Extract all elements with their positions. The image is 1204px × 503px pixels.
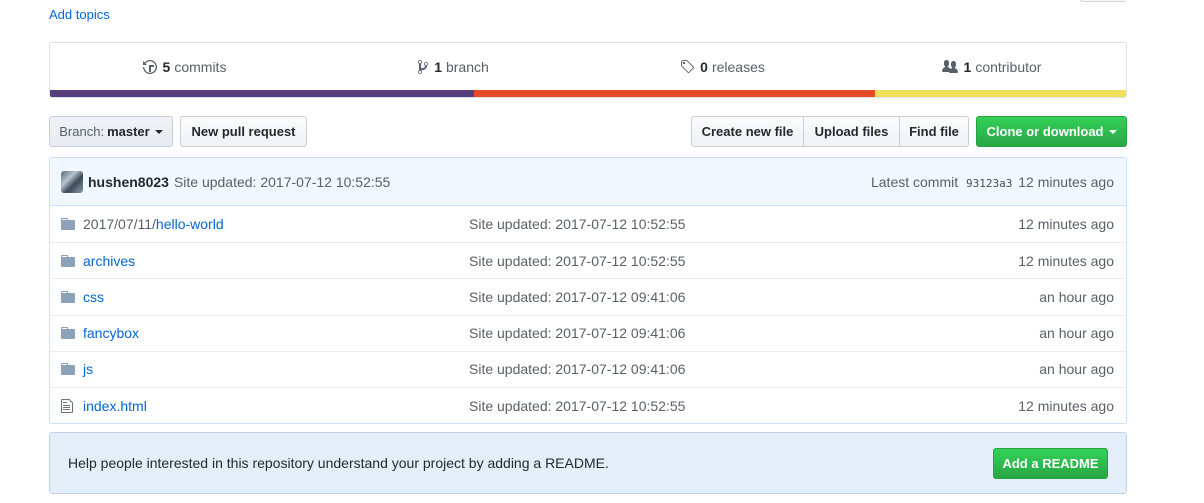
commit-author-link[interactable]: hushen8023: [88, 174, 169, 190]
file-navigation: hushen8023 Site updated: 2017-07-12 10:5…: [49, 157, 1127, 425]
language-segment-css[interactable]: [50, 90, 474, 97]
clone-or-download-button[interactable]: Clone or download: [976, 116, 1127, 147]
file-commit-message[interactable]: Site updated: 2017-07-12 09:41:06: [469, 289, 1039, 305]
file-row: js Site updated: 2017-07-12 09:41:06 an ho…: [50, 350, 1126, 387]
file-name-link[interactable]: archives: [83, 253, 135, 269]
latest-commit-info: Latest commit 93123a3 12 minutes ago: [871, 174, 1114, 190]
file-commit-age: 12 minutes ago: [1018, 216, 1114, 233]
commits-count: 5: [162, 59, 171, 75]
file-commit-message[interactable]: Site updated: 2017-07-12 10:52:55: [469, 216, 1018, 232]
find-file-button[interactable]: Find file: [900, 117, 968, 146]
releases-link[interactable]: 0 releases: [588, 43, 857, 91]
folder-icon: [61, 289, 77, 305]
file-icon: [61, 398, 73, 413]
file-path-prefix: 2017/07/11/: [83, 216, 156, 233]
folder-icon: [61, 290, 75, 303]
file-icon: [61, 398, 77, 414]
file-commit-age: an hour ago: [1039, 325, 1114, 342]
file-commit-age: an hour ago: [1039, 288, 1114, 305]
tag-icon: [681, 60, 695, 74]
commits-link[interactable]: 5 commits: [50, 43, 319, 91]
people-icon: [941, 60, 958, 73]
folder-icon: [61, 216, 77, 232]
latest-commit-age: 12 minutes ago: [1018, 173, 1114, 190]
readme-prompt-text: Help people interested in this repositor…: [68, 455, 609, 471]
file-name-cell[interactable]: css: [83, 289, 469, 305]
file-commit-age: 12 minutes ago: [1018, 252, 1114, 269]
language-segment-html[interactable]: [473, 90, 876, 97]
file-name-link[interactable]: css: [83, 289, 104, 305]
history-icon: [142, 60, 157, 74]
file-name-link[interactable]: index.html: [83, 398, 147, 414]
new-pull-request-button[interactable]: New pull request: [180, 116, 307, 147]
file-actions-group: Create new file Upload files Find file: [691, 116, 969, 147]
git-branch-icon: [418, 59, 429, 74]
contributors-link[interactable]: 1 contributor: [857, 43, 1126, 91]
releases-label: releases: [711, 59, 765, 75]
caret-down-icon: [1108, 130, 1117, 134]
create-new-file-button[interactable]: Create new file: [692, 117, 804, 146]
commit-sha-link[interactable]: 93123a3: [966, 177, 1012, 190]
contributors-label: contributor: [975, 59, 1042, 75]
branch-count: 1: [434, 59, 442, 75]
latest-commit-label: Latest commit: [870, 173, 959, 190]
file-commit-message[interactable]: Site updated: 2017-07-12 10:52:55: [469, 253, 1018, 269]
readme-prompt: Help people interested in this repositor…: [49, 432, 1127, 494]
folder-icon: [61, 253, 77, 269]
file-row: fancybox Site updated: 2017-07-12 09:41:0…: [50, 314, 1126, 351]
file-row: css Site updated: 2017-07-12 09:41:06 an h…: [50, 278, 1126, 314]
file-row: 2017/07/11/hello-world Site updated: 2017…: [50, 206, 1126, 242]
folder-icon: [61, 361, 77, 377]
folder-icon: [61, 218, 75, 231]
file-name-link[interactable]: fancybox: [83, 325, 139, 341]
commits-label: commits: [174, 59, 227, 75]
file-name-link[interactable]: hello-world: [156, 216, 224, 232]
file-name-cell[interactable]: 2017/07/11/hello-world: [83, 216, 469, 232]
branch-select-button[interactable]: Branch: master: [49, 116, 173, 147]
folder-icon: [61, 363, 75, 376]
branch-prefix: Branch:: [59, 124, 105, 139]
add-topics-link[interactable]: Add topics: [49, 7, 110, 22]
edit-button-edge[interactable]: [1080, 0, 1126, 2]
language-bar[interactable]: [50, 90, 1126, 97]
file-name-link[interactable]: js: [83, 361, 93, 377]
file-name-cell[interactable]: archives: [83, 253, 469, 269]
file-row: index.html Site updated: 2017-07-12 10:52…: [50, 386, 1126, 423]
contributors-count: 1: [963, 59, 972, 75]
branch-label: branch: [445, 59, 489, 75]
caret-down-icon: [154, 130, 163, 134]
folder-icon: [61, 327, 75, 340]
repo-summary: 5 commits 1 branch 0 releases 1 contribu…: [49, 42, 1127, 98]
add-readme-button[interactable]: Add a README: [993, 447, 1108, 479]
latest-commit-bar: hushen8023 Site updated: 2017-07-12 10:5…: [50, 158, 1126, 206]
folder-icon: [61, 325, 77, 341]
upload-files-button[interactable]: Upload files: [804, 117, 900, 146]
clone-label: Clone or download: [986, 124, 1104, 139]
branches-link[interactable]: 1 branch: [319, 43, 588, 91]
file-commit-message[interactable]: Site updated: 2017-07-12 09:41:06: [469, 361, 1039, 377]
branch-name: master: [107, 124, 150, 139]
file-commit-age: 12 minutes ago: [1018, 397, 1114, 414]
file-row: archives Site updated: 2017-07-12 10:52:5…: [50, 242, 1126, 278]
commit-message[interactable]: Site updated: 2017-07-12 10:52:55: [174, 174, 390, 190]
file-commit-message[interactable]: Site updated: 2017-07-12 10:52:55: [469, 398, 1018, 414]
releases-count: 0: [700, 59, 708, 75]
file-name-cell[interactable]: fancybox: [83, 325, 469, 341]
file-name-cell[interactable]: js: [83, 361, 469, 377]
language-segment-javascript[interactable]: [875, 90, 1126, 97]
file-commit-age: an hour ago: [1039, 361, 1114, 378]
file-name-cell[interactable]: index.html: [83, 398, 469, 414]
author-avatar[interactable]: [61, 170, 83, 193]
file-commit-message[interactable]: Site updated: 2017-07-12 09:41:06: [469, 325, 1039, 341]
folder-icon: [61, 254, 75, 267]
